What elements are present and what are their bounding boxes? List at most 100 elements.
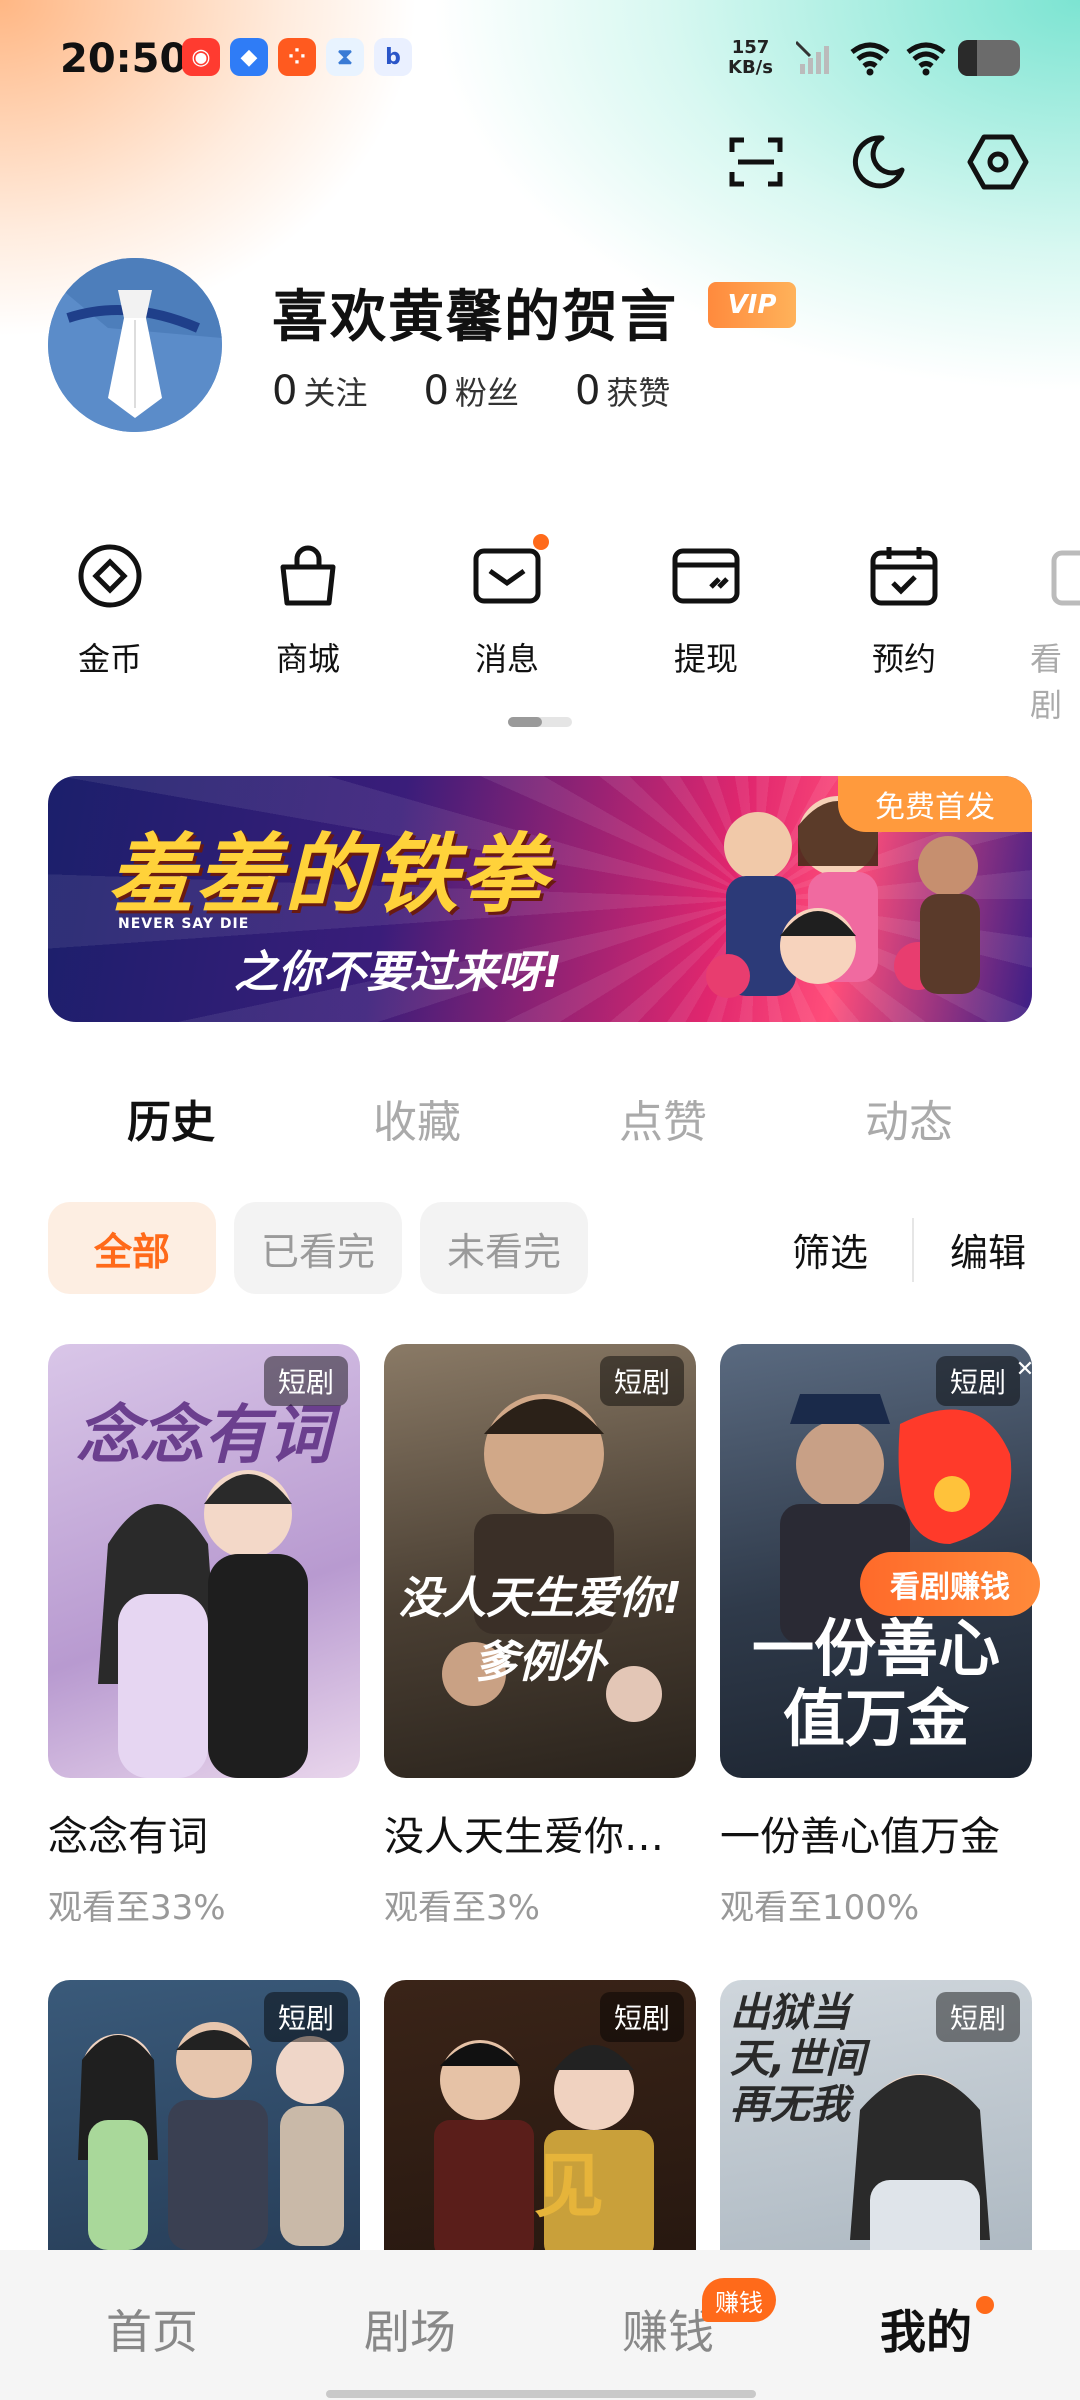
net-speed-unit: KB/s (728, 57, 773, 78)
notification-icons: ◉ ◆ ⁘ ⧗ b (182, 38, 412, 76)
stat-fans-label: 粉丝 (454, 374, 519, 412)
drama-progress: 观看至3% (384, 1888, 540, 1928)
baidu-icon: b (374, 38, 412, 76)
filter-divider (912, 1218, 914, 1282)
feature-message-label: 消息 (474, 640, 539, 678)
stat-likes-label: 获赞 (606, 374, 671, 412)
drama-poster[interactable]: 没人天生爱你!爹例外 短剧 (384, 1344, 696, 1778)
signal-bars-icon (796, 40, 829, 74)
feature-mall-label: 商城 (275, 640, 340, 678)
stat-likes[interactable]: 0 获赞 (575, 368, 670, 414)
wifi-secondary-icon (906, 42, 946, 76)
calendar-icon (868, 540, 940, 612)
hourglass-icon: ⧗ (326, 38, 364, 76)
feature-message[interactable]: 消息 (437, 534, 577, 680)
feature-watch-label: 看剧 (1030, 640, 1063, 724)
banner-tagline: 之你不要过来呀! (234, 947, 563, 998)
wifi-icon (850, 42, 890, 76)
poster-title-text: 出狱当天,世间再无我 (730, 1990, 866, 2128)
watch-icon (1030, 540, 1080, 612)
filter-chip-finished[interactable]: 已看完 (234, 1202, 402, 1294)
edit-button[interactable]: 编辑 (950, 1222, 1026, 1277)
feature-withdraw[interactable]: 提现 (636, 540, 776, 680)
tab-history[interactable]: 历史 (86, 1086, 256, 1150)
stat-following[interactable]: 0 关注 (272, 368, 367, 414)
short-drama-tag: 短剧 (599, 1992, 684, 2042)
net-speed: 157 KB/s (728, 38, 773, 78)
net-speed-value: 157 (731, 37, 770, 58)
short-drama-tag: 短剧 (935, 1992, 1020, 2042)
feature-coin-label: 金币 (77, 640, 142, 678)
drama-progress: 观看至100% (720, 1888, 920, 1928)
filter-chip-unfinished[interactable]: 未看完 (420, 1202, 588, 1294)
tab-likes[interactable]: 点赞 (578, 1086, 748, 1150)
message-unread-dot (533, 534, 549, 550)
short-drama-tag: 短剧 (263, 1992, 348, 2042)
coin-icon (74, 540, 146, 612)
browser-icon: ◆ (230, 38, 268, 76)
drama-progress: 观看至33% (48, 1888, 226, 1928)
drama-card[interactable]: 念念有词 短剧 念念有词 观看至33% (48, 1344, 360, 1929)
drama-card[interactable]: 一份善心值万金 短剧 一份善心值万金 观看至100% (720, 1344, 1032, 1929)
feature-booking-label: 预约 (871, 640, 936, 678)
username[interactable]: 喜欢黄馨的贺言 (272, 272, 678, 353)
stat-fans-count: 0 (423, 368, 449, 414)
feature-row: 金币 商城 消息 提现 预约 看剧 (0, 534, 1080, 724)
status-time: 20:50 (60, 36, 188, 82)
drama-poster[interactable]: 念念有词 短剧 (48, 1344, 360, 1778)
night-mode-icon[interactable] (846, 130, 910, 194)
watch-earn-button[interactable]: 看剧赚钱 (860, 1552, 1040, 1616)
banner-title: 羞羞的铁拳 (108, 825, 548, 925)
home-indicator[interactable] (326, 2390, 756, 2398)
banner-subtitle: NEVER SAY DIE (118, 916, 250, 932)
qq-icon: ◉ (182, 38, 220, 76)
profile-stats: 0 关注 0 粉丝 0 获赞 (272, 368, 670, 414)
settings-icon[interactable] (966, 130, 1030, 194)
short-drama-tag: 短剧 (599, 1356, 684, 1406)
stat-fans[interactable]: 0 粉丝 (423, 368, 518, 414)
drama-title: 一份善心值万金 (720, 1814, 1000, 1860)
tab-activity[interactable]: 动态 (824, 1086, 994, 1150)
vip-badge[interactable]: VIP (708, 282, 796, 328)
battery-level (958, 40, 977, 76)
poster-title-text: 没人天生爱你!爹例外 (397, 1573, 683, 1688)
svg-text:见: 见 (534, 2145, 604, 2227)
short-drama-tag: 短剧 (263, 1356, 348, 1406)
stat-following-count: 0 (272, 368, 298, 414)
feature-coin[interactable]: 金币 (40, 540, 180, 680)
drama-card[interactable]: 没人天生爱你!爹例外 短剧 没人天生爱你… 观看至3% (384, 1344, 696, 1929)
feature-mall[interactable]: 商城 (238, 540, 378, 680)
message-icon (471, 534, 549, 612)
nav-me[interactable]: 我的 (826, 2296, 1026, 2362)
poster-title-text: 一份善心值万金 (751, 1612, 1000, 1755)
drama-title: 没人天生爱你… (384, 1814, 664, 1860)
nav-me-dot (976, 2296, 994, 2314)
stat-following-label: 关注 (303, 374, 368, 412)
avatar[interactable] (48, 258, 222, 432)
filter-button[interactable]: 筛选 (792, 1222, 868, 1277)
stat-likes-count: 0 (574, 368, 601, 414)
feature-pager (508, 717, 572, 727)
close-icon[interactable]: ✕ (1012, 1356, 1038, 1382)
nav-home[interactable]: 首页 (52, 2296, 252, 2362)
feature-withdraw-label: 提现 (673, 640, 738, 678)
feature-booking[interactable]: 预约 (834, 540, 974, 680)
tab-favorites[interactable]: 收藏 (332, 1086, 502, 1150)
content-tabs: 历史 收藏 点赞 动态 (0, 1086, 1080, 1148)
nav-theater[interactable]: 剧场 (310, 2296, 510, 2362)
app-grid-icon: ⁘ (278, 38, 316, 76)
pager-active (508, 717, 542, 727)
promo-banner[interactable]: 羞羞的铁拳 NEVER SAY DIE 之你不要过来呀! 免费首发 (48, 776, 1032, 1022)
short-drama-tag: 短剧 (935, 1356, 1020, 1406)
scan-icon[interactable] (724, 130, 788, 194)
banner-free-badge: 免费首发 (838, 776, 1032, 832)
signal-icons (796, 38, 948, 78)
shopping-bag-icon (272, 540, 344, 612)
filter-chip-all[interactable]: 全部 (48, 1202, 216, 1294)
status-bar: 20:50 ◉ ◆ ⁘ ⧗ b 157 KB/s (0, 0, 1080, 120)
feature-watch[interactable]: 看剧 (1030, 540, 1080, 726)
battery-icon (958, 40, 1020, 76)
wallet-icon (670, 540, 742, 612)
earn-badge: 赚钱 (702, 2278, 776, 2322)
drama-title: 念念有词 (48, 1814, 208, 1860)
